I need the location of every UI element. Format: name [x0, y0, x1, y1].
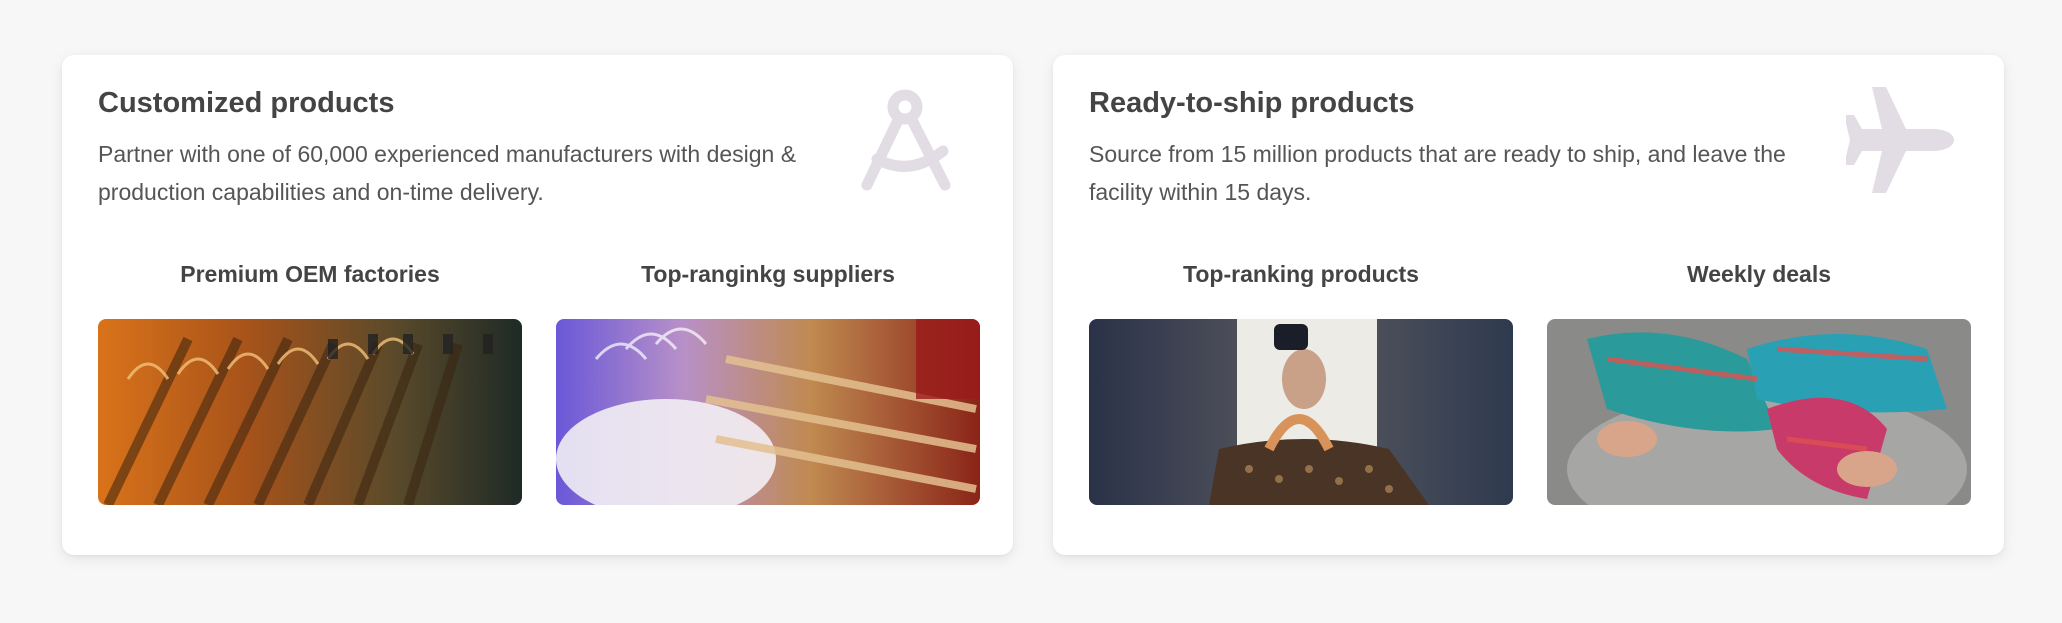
tile-top-ranking-products[interactable]: Top-ranking products [1089, 259, 1513, 505]
tile-label[interactable]: Premium OEM factories [98, 259, 522, 289]
compass-icon [855, 85, 965, 195]
clothing-rack-image[interactable] [556, 319, 980, 505]
card-description: Source from 15 million products that are… [1089, 141, 1786, 205]
tile-label[interactable]: Top-ranginkg suppliers [556, 259, 980, 289]
airplane-icon [1844, 85, 1956, 195]
tile-top-ranking-suppliers[interactable]: Top-ranginkg suppliers [556, 259, 980, 505]
handbag-image[interactable] [1089, 319, 1513, 505]
knitted-gloves-image[interactable] [1547, 319, 1971, 505]
customized-products-card: Customized products Partner with one of … [62, 55, 1013, 555]
card-title: Customized products [98, 87, 395, 119]
tile-weekly-deals[interactable]: Weekly deals [1547, 259, 1971, 505]
tile-label[interactable]: Top-ranking products [1089, 259, 1513, 289]
card-title: Ready-to-ship products [1089, 87, 1415, 119]
card-description: Partner with one of 60,000 experienced m… [98, 141, 797, 205]
hanging-shirts-image[interactable] [98, 319, 522, 505]
tile-row: Premium OEM factories Top-ranginkg suppl… [98, 259, 980, 519]
ready-to-ship-card: Ready-to-ship products Source from 15 mi… [1053, 55, 2004, 555]
tile-label[interactable]: Weekly deals [1547, 259, 1971, 289]
tile-premium-oem-factories[interactable]: Premium OEM factories [98, 259, 522, 505]
tile-row: Top-ranking products Weekly deals [1089, 259, 1971, 519]
